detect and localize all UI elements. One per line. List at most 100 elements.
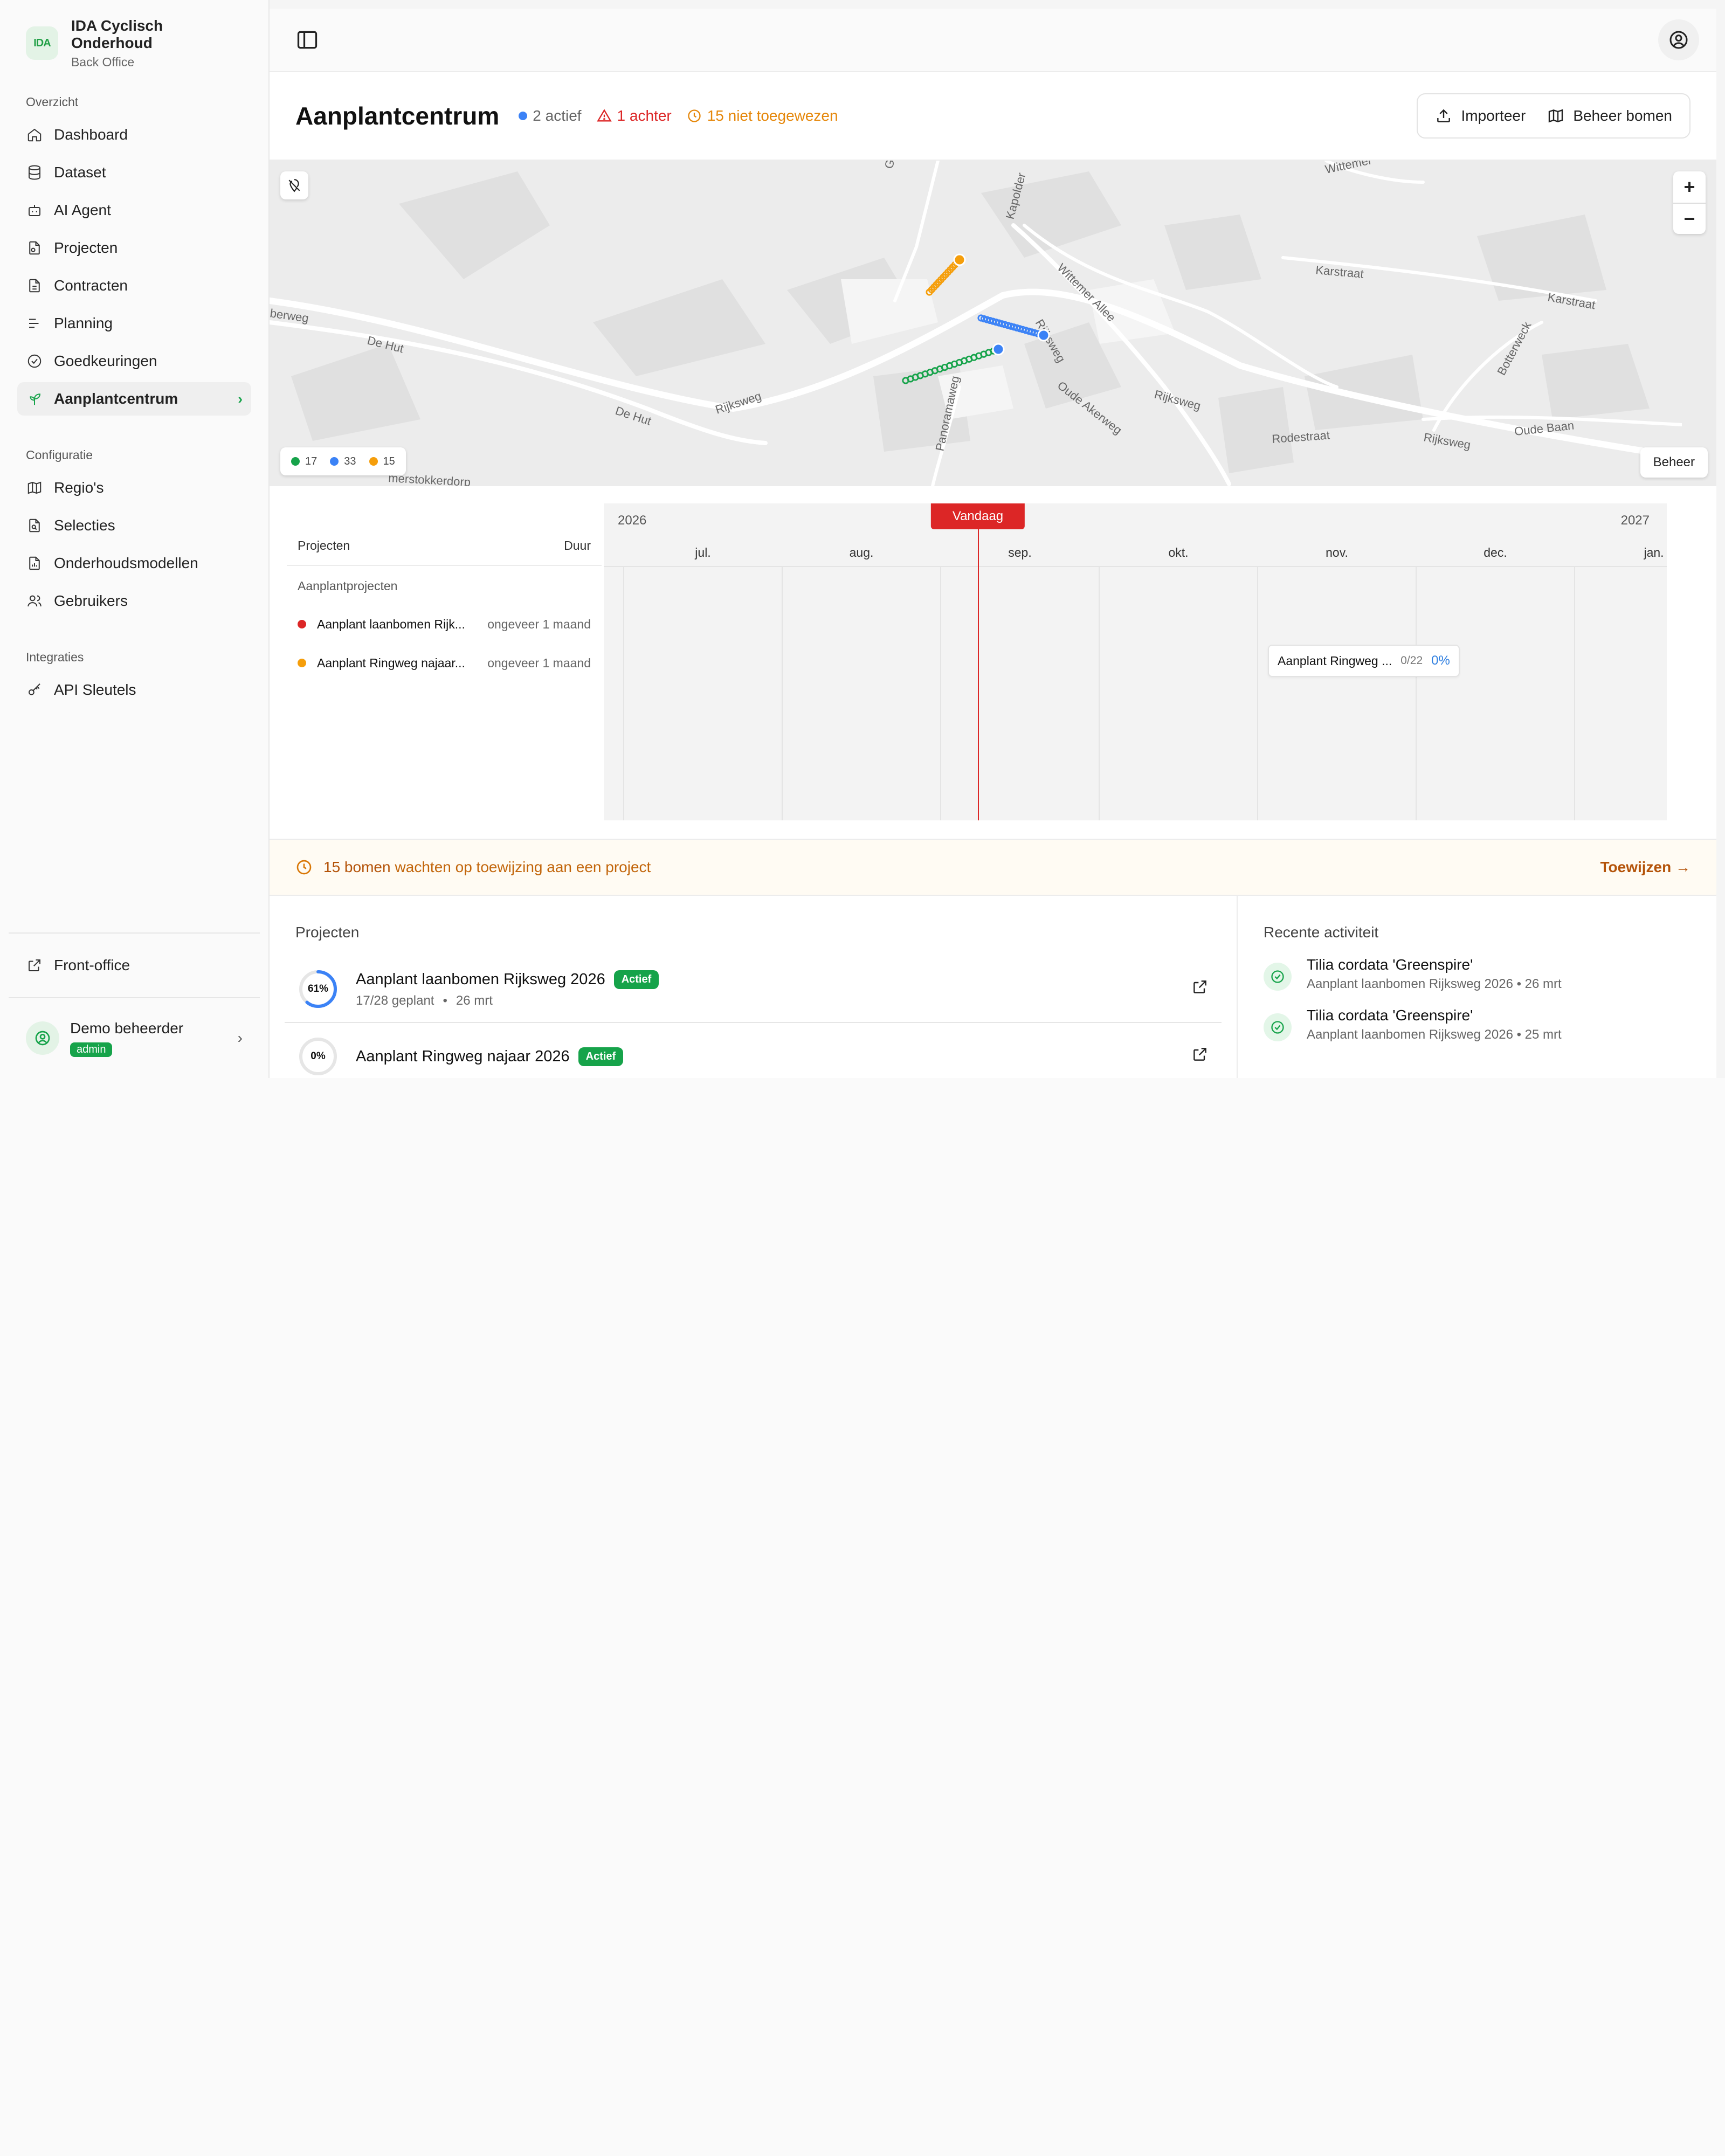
- progress-label: 61%: [307, 983, 329, 994]
- banner-count: 15 bomen: [323, 859, 391, 875]
- account-icon[interactable]: [1658, 19, 1699, 60]
- tree-cluster-marker[interactable]: [1037, 329, 1050, 342]
- user-menu[interactable]: Demo beheerder admin ›: [0, 998, 268, 1078]
- import-button[interactable]: Importeer: [1424, 94, 1536, 137]
- project-date: 26 mrt: [456, 993, 493, 1008]
- clock-icon: [688, 109, 701, 122]
- status-dot-orange: [298, 659, 306, 667]
- timeline-month: sep.: [1008, 545, 1032, 559]
- timeline-project-list: Projecten Duur Aanplantprojecten Aanplan…: [287, 503, 602, 682]
- sidebar-item-aanplantcentrum[interactable]: Aanplantcentrum ›: [17, 382, 251, 416]
- main-content: Aanplantcentrum 2 actief 1 achter 15 nie…: [270, 0, 1725, 1078]
- brand-subtitle: Back Office: [71, 54, 135, 69]
- projects-panel: Projecten 61% Aanplant laanbomen Rijkswe…: [270, 896, 1238, 1078]
- sidebar-item-ai-agent[interactable]: AI Agent: [17, 194, 251, 227]
- sidebar-item-label: Gebruikers: [54, 592, 128, 609]
- user-name: Demo beheerder: [70, 1019, 184, 1036]
- legend-blue-count: 33: [344, 455, 356, 467]
- tree-cluster-marker[interactable]: [953, 253, 966, 266]
- project-planted: 17/28 geplant: [356, 993, 434, 1008]
- map[interactable]: De Hut De Hut Rijksweg Rijksweg Rijksweg…: [270, 161, 1716, 486]
- stat-behind-label: 1 achter: [617, 107, 672, 124]
- legend-blue: 33: [330, 455, 356, 468]
- activity-title: Recente activiteit: [1264, 924, 1379, 941]
- upload-icon: [1437, 109, 1451, 122]
- assign-button[interactable]: Toewijzen →: [1600, 859, 1691, 876]
- timeline-row-name: Aanplant Ringweg najaar...: [317, 655, 465, 670]
- key-icon: [26, 681, 43, 699]
- map-manage-button[interactable]: Beheer: [1640, 447, 1708, 478]
- chevron-right-icon: ›: [238, 390, 243, 407]
- external-link-icon[interactable]: [1191, 1046, 1209, 1067]
- unassigned-banner: 15 bomen wachten op toewijzing aan een p…: [270, 840, 1716, 896]
- external-link-icon[interactable]: [1191, 978, 1209, 1000]
- sidebar-item-api-sleutels[interactable]: API Sleutels: [17, 673, 251, 707]
- brand[interactable]: IDA IDA Cyclisch Onderhoud Back Office: [0, 0, 268, 69]
- month-gridline: [623, 566, 624, 820]
- file-settings-icon: [26, 239, 43, 257]
- zoom-in-button[interactable]: +: [1673, 171, 1706, 203]
- sidebar-item-planning[interactable]: Planning: [17, 307, 251, 340]
- sidebar-item-selecties[interactable]: Selecties: [17, 509, 251, 542]
- map-tool-button[interactable]: [280, 171, 308, 199]
- page-title: Aanplantcentrum: [295, 102, 500, 130]
- blue-dot-icon: [330, 457, 339, 466]
- legend-orange-count: 15: [383, 455, 395, 467]
- activity-subtitle: Aanplant laanbomen Rijksweg 2026 • 25 mr…: [1307, 1027, 1562, 1042]
- sidebar-item-regio-s[interactable]: Regio's: [17, 471, 251, 505]
- file-search-icon: [26, 517, 43, 534]
- tree-cluster-marker[interactable]: [992, 343, 1005, 356]
- blue-dot-icon: [519, 112, 528, 120]
- month-gridline: [1574, 566, 1575, 820]
- file-chart-icon: [26, 555, 43, 572]
- project-name: Aanplant Ringweg najaar 2026: [356, 1047, 570, 1065]
- zoom-out-button[interactable]: −: [1673, 203, 1706, 234]
- sidebar-item-label: Goedkeuringen: [54, 353, 157, 369]
- nav-section-integrations: Integraties: [26, 650, 84, 664]
- bot-icon: [26, 202, 43, 219]
- map-canvas[interactable]: De Hut De Hut Rijksweg Rijksweg Rijksweg…: [270, 161, 1682, 486]
- database-icon: [26, 164, 43, 181]
- sidebar-item-dashboard[interactable]: Dashboard: [17, 118, 251, 151]
- status-dot-red: [298, 620, 306, 628]
- map-legend: 17 33 15: [280, 447, 406, 475]
- timeline-row[interactable]: Aanplant Ringweg najaar... ongeveer 1 ma…: [287, 644, 602, 682]
- sidebar-item-front-office[interactable]: Front-office: [17, 949, 251, 982]
- project-name: Aanplant laanbomen Rijksweg 2026: [356, 970, 605, 988]
- progress-label: 0%: [310, 1051, 326, 1062]
- sidebar-item-label: Dataset: [54, 164, 106, 181]
- warning-triangle-icon: [596, 109, 612, 122]
- stat-behind: 1 achter: [596, 107, 672, 125]
- sidebar-item-label: Front-office: [54, 957, 130, 973]
- user-avatar-icon: [26, 1021, 59, 1055]
- chevron-right-icon: ›: [237, 1029, 243, 1046]
- project-row[interactable]: 61% Aanplant laanbomen Rijksweg 2026 Act…: [285, 956, 1222, 1023]
- check-circle-icon: [26, 353, 43, 370]
- month-gridline: [782, 566, 783, 820]
- stat-unassigned: 15 niet toegewezen: [687, 107, 838, 125]
- sidebar-item-contracten[interactable]: Contracten: [17, 269, 251, 302]
- projects-title: Projecten: [295, 924, 360, 941]
- project-row[interactable]: 0% Aanplant Ringweg najaar 2026 Actief: [285, 1023, 1222, 1078]
- activity-item[interactable]: Tilia cordata 'Greenspire' Aanplant laan…: [1264, 956, 1690, 992]
- activity-item[interactable]: Tilia cordata 'Greenspire' Aanplant laan…: [1264, 1007, 1690, 1042]
- sidebar-item-dataset[interactable]: Dataset: [17, 156, 251, 189]
- sidebar-item-goedkeuringen[interactable]: Goedkeuringen: [17, 344, 251, 378]
- col-projects: Projecten: [298, 538, 350, 552]
- legend-green: 17: [291, 455, 317, 468]
- zoom-control: + −: [1673, 171, 1706, 234]
- month-gridline: [940, 566, 941, 820]
- month-gridline: [1099, 566, 1100, 820]
- sidebar-item-onderhoudsmodellen[interactable]: Onderhoudsmodellen: [17, 547, 251, 580]
- nav-section-config: Configuratie: [26, 448, 93, 462]
- sidebar-toggle-icon[interactable]: [291, 24, 323, 56]
- green-dot-icon: [291, 457, 300, 466]
- sidebar-item-gebruikers[interactable]: Gebruikers: [17, 584, 251, 618]
- timeline-row[interactable]: Aanplant laanbomen Rijk... ongeveer 1 ma…: [287, 605, 602, 644]
- timeline-bar[interactable]: Aanplant Ringweg ... 0/22 0%: [1268, 645, 1460, 677]
- sidebar-item-label: Aanplantcentrum: [54, 390, 178, 407]
- nav-section-overview: Overzicht: [26, 95, 79, 109]
- progress-ring: 61%: [298, 969, 339, 1010]
- sidebar-item-projecten[interactable]: Projecten: [17, 231, 251, 265]
- manage-trees-button[interactable]: Beheer bomen: [1536, 94, 1683, 137]
